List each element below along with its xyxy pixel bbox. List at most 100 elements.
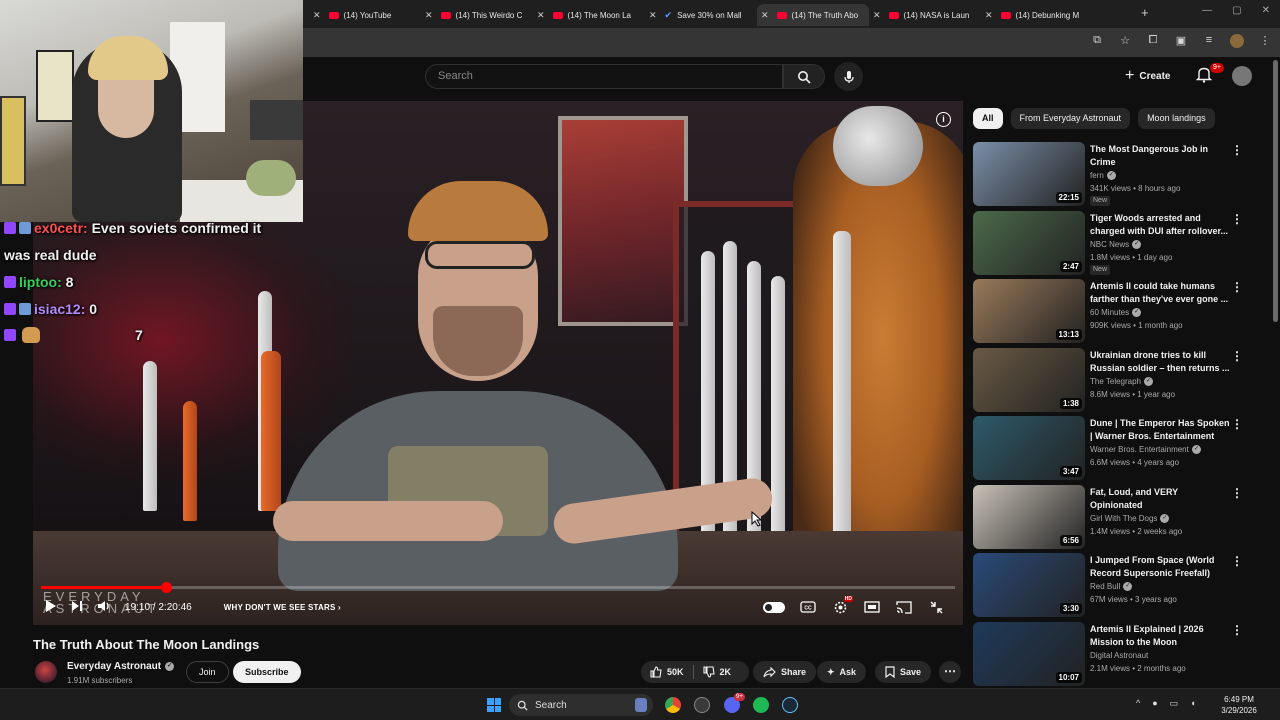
captions-button[interactable]: CC — [799, 598, 817, 616]
tab-close-icon[interactable]: ✕ — [313, 10, 321, 21]
more-vertical-icon[interactable]: ⋮ — [1231, 349, 1243, 363]
more-vertical-icon[interactable]: ⋮ — [1231, 417, 1243, 431]
video-thumbnail[interactable]: 22:15 — [973, 142, 1085, 206]
create-button[interactable]: + Create — [1125, 65, 1170, 87]
search-input[interactable]: Search — [425, 64, 783, 89]
spotify-app-icon[interactable] — [753, 697, 769, 713]
more-vertical-icon[interactable]: ⋮ — [1231, 554, 1243, 568]
dislike-button[interactable]: 2K — [694, 661, 741, 683]
related-video-title[interactable]: Fat, Loud, and VERY Opinionated — [1090, 486, 1230, 512]
related-video-channel[interactable]: Girl With The Dogs ✓ — [1090, 513, 1170, 523]
media-control-icon[interactable]: ≡ — [1202, 34, 1216, 48]
voice-search-button[interactable] — [834, 62, 863, 91]
close-window-icon[interactable]: ✕ — [1262, 5, 1270, 16]
miniplayer-button[interactable] — [863, 598, 881, 616]
related-video-title[interactable]: Artemis II could take humans farther tha… — [1090, 280, 1230, 306]
related-video-item[interactable]: 6:56 Fat, Loud, and VERY Opinionated Girl … — [973, 484, 1263, 549]
more-vertical-icon[interactable]: ⋮ — [1231, 280, 1243, 294]
chevron-up-icon[interactable]: ^ — [1136, 698, 1140, 709]
fullscreen-button[interactable] — [927, 598, 945, 616]
info-icon[interactable]: i — [936, 112, 951, 127]
minimize-icon[interactable]: — — [1202, 5, 1212, 16]
related-video-item[interactable]: 2:47 Tiger Woods arrested and charged wit… — [973, 210, 1263, 275]
related-video-channel[interactable]: 60 Minutes ✓ — [1090, 308, 1142, 317]
microphone-tray-icon[interactable]: ● — [1152, 698, 1157, 709]
bookmark-star-icon[interactable]: ☆ — [1118, 34, 1132, 48]
related-video-title[interactable]: The Most Dangerous Job in Crime — [1090, 143, 1230, 169]
tab-close-icon[interactable]: ✕ — [649, 10, 657, 21]
browser-tab[interactable]: ✕ (14) NASA is Laun — [869, 4, 981, 26]
join-button[interactable]: Join — [186, 661, 229, 683]
related-video-item[interactable]: 13:13 Artemis II could take humans farthe… — [973, 279, 1263, 343]
browser-tab[interactable]: ✕ (14) Debunking M — [981, 4, 1093, 26]
next-button[interactable] — [71, 600, 83, 615]
save-button[interactable]: Save — [875, 661, 932, 683]
share-button[interactable]: Share — [753, 661, 817, 683]
cast-button[interactable] — [895, 598, 913, 616]
browser-tab[interactable]: ✕ (14) The Moon La — [533, 4, 645, 26]
related-video-title[interactable]: I Jumped From Space (World Record Supers… — [1090, 554, 1230, 580]
more-vertical-icon[interactable]: ⋮ — [1231, 623, 1243, 637]
video-thumbnail[interactable]: 6:56 — [973, 484, 1085, 549]
volume-button[interactable] — [97, 600, 111, 615]
search-button[interactable] — [783, 64, 825, 89]
install-app-icon[interactable]: ⧉ — [1090, 34, 1104, 48]
video-thumbnail[interactable]: 3:30 — [973, 553, 1085, 617]
related-video-title[interactable]: Ukrainian drone tries to kill Russian so… — [1090, 349, 1230, 375]
related-video-channel[interactable]: Warner Bros. Entertainment ✓ — [1090, 445, 1201, 454]
tab-close-icon[interactable]: ✕ — [425, 10, 433, 21]
video-thumbnail[interactable]: 2:47 — [973, 210, 1085, 275]
related-video-channel[interactable]: fern ✓ — [1090, 171, 1116, 180]
related-video-channel[interactable]: Digital Astronaut — [1090, 651, 1148, 660]
account-avatar[interactable] — [1232, 66, 1252, 86]
subscribe-button[interactable]: Subscribe — [233, 661, 301, 683]
browser-tab[interactable]: ✕ (14) This Weirdo C — [421, 4, 533, 26]
speaker-icon[interactable]: ◖ — [1190, 698, 1195, 709]
like-button[interactable]: 50K — [641, 661, 693, 683]
related-video-channel[interactable]: Red Bull ✓ — [1090, 582, 1133, 591]
ask-button[interactable]: ✦ Ask — [817, 661, 867, 683]
chapter-button[interactable]: WHY DON'T WE SEE STARS › — [224, 603, 341, 612]
channel-name[interactable]: Everyday Astronaut ✓ — [67, 661, 175, 672]
more-vertical-icon[interactable]: ⋮ — [1231, 486, 1243, 500]
related-video-item[interactable]: 10:07 Artemis II Explained | 2026 Mission… — [973, 621, 1263, 686]
browser-tab[interactable]: ✕ (14) The Truth Abo — [757, 4, 869, 26]
related-video-title[interactable]: Artemis II Explained | 2026 Mission to t… — [1090, 623, 1230, 649]
windows-start-button[interactable] — [487, 698, 501, 712]
more-actions-button[interactable]: ⋯ — [939, 661, 961, 683]
filter-chip[interactable]: Moon landings — [1138, 108, 1215, 129]
autoplay-toggle[interactable] — [763, 601, 785, 613]
taskbar-clock[interactable]: 6:49 PM 3/29/2026 — [1215, 694, 1263, 716]
video-thumbnail[interactable]: 1:38 — [973, 347, 1085, 412]
tab-close-icon[interactable]: ✕ — [537, 10, 545, 21]
play-button[interactable] — [45, 599, 57, 616]
tab-close-icon[interactable]: ✕ — [761, 10, 769, 21]
related-video-item[interactable]: 1:38 Ukrainian drone tries to kill Russia… — [973, 347, 1263, 412]
page-scrollbar[interactable] — [1273, 60, 1278, 322]
video-thumbnail[interactable]: 10:07 — [973, 621, 1085, 686]
more-vertical-icon[interactable]: ⋮ — [1231, 212, 1243, 226]
related-video-item[interactable]: 3:30 I Jumped From Space (World Record Su… — [973, 553, 1263, 617]
tab-close-icon[interactable]: ✕ — [873, 10, 881, 21]
taskbar-search[interactable]: Search — [509, 694, 653, 716]
browser-tab[interactable]: ✕ (14) YouTube — [309, 4, 421, 26]
network-icon[interactable]: ▭ — [1170, 698, 1179, 709]
new-tab-button[interactable]: + — [1141, 5, 1149, 20]
related-video-title[interactable]: Dune | The Emperor Has Spoken | Warner B… — [1090, 417, 1230, 443]
tab-close-icon[interactable]: ✕ — [985, 10, 993, 21]
related-video-channel[interactable]: NBC News ✓ — [1090, 239, 1142, 249]
filter-chip[interactable]: From Everyday Astronaut — [1010, 108, 1131, 129]
related-video-item[interactable]: 3:47 Dune | The Emperor Has Spoken | Warn… — [973, 416, 1263, 480]
split-view-icon[interactable]: ▣ — [1174, 34, 1188, 48]
related-video-channel[interactable]: The Telegraph ✓ — [1090, 376, 1153, 386]
filter-chip[interactable]: All — [973, 108, 1003, 129]
obs-app-icon[interactable] — [694, 697, 710, 713]
browser-tab[interactable]: ✕ ✔ Save 30% on Mall — [645, 4, 757, 26]
chrome-app-icon[interactable] — [665, 697, 681, 713]
browser-menu-icon[interactable]: ⋮ — [1258, 34, 1272, 48]
maximize-icon[interactable]: ▢ — [1232, 5, 1241, 16]
related-video-item[interactable]: 22:15 The Most Dangerous Job in Crime fern… — [973, 142, 1263, 206]
more-vertical-icon[interactable]: ⋮ — [1231, 143, 1243, 157]
extensions-icon[interactable]: ⧠ — [1146, 34, 1160, 48]
video-thumbnail[interactable]: 13:13 — [973, 279, 1085, 343]
